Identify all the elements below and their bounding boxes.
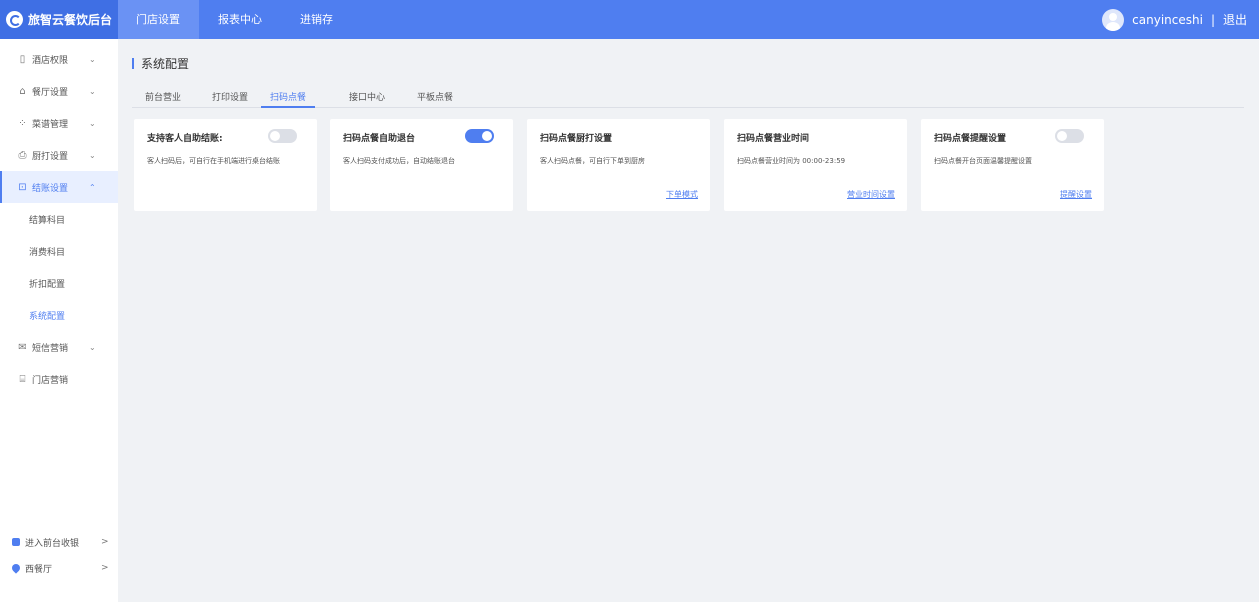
tab-interface-center[interactable]: 接口中心 bbox=[349, 90, 385, 108]
topnav-inventory[interactable]: 进销存 bbox=[281, 0, 352, 39]
checkout-icon: ⊡ bbox=[18, 181, 27, 193]
logout-link[interactable]: 退出 bbox=[1223, 11, 1247, 28]
card-description: 扫码点餐开台页面温馨提醒设置 bbox=[934, 157, 1032, 165]
toggle-knob bbox=[270, 131, 280, 141]
sidebar-item-checkout-settings[interactable]: ⊡ 结账设置 ⌃ bbox=[0, 171, 118, 203]
brand-logo-icon bbox=[6, 11, 23, 28]
tab-front-business[interactable]: 前台营业 bbox=[145, 90, 181, 108]
sidebar-item-kitchen-print[interactable]: ⎙ 厨打设置 ⌄ bbox=[0, 139, 118, 171]
toggle-knob bbox=[482, 131, 492, 141]
page-title-text: 系统配置 bbox=[141, 57, 190, 71]
self-checkout-toggle[interactable] bbox=[268, 129, 297, 143]
toggle-knob bbox=[1057, 131, 1067, 141]
sidebar-item-label: 菜谱管理 bbox=[32, 119, 69, 130]
topnav-store-settings[interactable]: 门店设置 bbox=[118, 0, 199, 39]
reminder-settings-link[interactable]: 提醒设置 bbox=[1060, 189, 1092, 200]
user-name[interactable]: canyinceshi bbox=[1132, 13, 1203, 27]
brand[interactable]: 旅智云餐饮后台 bbox=[0, 0, 118, 39]
chevron-right-icon: > bbox=[101, 537, 109, 547]
card-description: 客人扫码点餐，可自行下单到厨房 bbox=[540, 157, 645, 165]
sidebar-item-menu-management[interactable]: ⁘ 菜谱管理 ⌄ bbox=[0, 107, 118, 139]
sidebar-item-hotel-permissions[interactable]: ▯ 酒店权限 ⌄ bbox=[0, 43, 118, 75]
sidebar-subitem-discount-config[interactable]: 折扣配置 bbox=[0, 267, 118, 299]
chevron-down-icon: ⌄ bbox=[89, 150, 96, 160]
sidebar: ▯ 酒店权限 ⌄ ⌂ 餐厅设置 ⌄ ⁘ 菜谱管理 ⌄ ⎙ 厨打设置 ⌄ ⊡ 结账… bbox=[0, 39, 118, 602]
card-description: 扫码点餐营业时间为 00:00-23:59 bbox=[737, 157, 846, 165]
sidebar-item-restaurant-settings[interactable]: ⌂ 餐厅设置 ⌄ bbox=[0, 75, 118, 107]
card-title: 扫码点餐营业时间 bbox=[737, 134, 810, 144]
card-title: 扫码点餐自助退台 bbox=[343, 134, 416, 144]
self-refund-table-toggle[interactable] bbox=[465, 129, 494, 143]
user-area: canyinceshi | 退出 bbox=[1102, 0, 1247, 39]
tab-print-settings[interactable]: 打印设置 bbox=[212, 90, 248, 108]
card-title: 扫码点餐厨打设置 bbox=[540, 134, 613, 144]
chevron-up-icon: ⌃ bbox=[89, 182, 96, 192]
sidebar-item-store-marketing[interactable]: ⌸ 门店营销 bbox=[0, 363, 118, 395]
sidebar-item-label: 餐厅设置 bbox=[32, 87, 69, 98]
card-business-hours: 扫码点餐营业时间 扫码点餐营业时间为 00:00-23:59 营业时间设置 bbox=[724, 119, 907, 211]
enter-front-cashier[interactable]: 进入前台收银 > bbox=[0, 531, 118, 553]
mail-icon: ✉ bbox=[18, 341, 27, 353]
business-hours-settings-link[interactable]: 营业时间设置 bbox=[847, 189, 895, 200]
tab-bar: 前台营业 打印设置 扫码点餐 接口中心 平板点餐 bbox=[132, 89, 1244, 108]
sidebar-item-label: 门店营销 bbox=[32, 375, 69, 386]
reminder-toggle[interactable] bbox=[1055, 129, 1084, 143]
order-mode-link[interactable]: 下单模式 bbox=[666, 189, 698, 200]
sidebar-item-sms-marketing[interactable]: ✉ 短信营销 ⌄ bbox=[0, 331, 118, 363]
tab-scan-order[interactable]: 扫码点餐 bbox=[261, 90, 316, 108]
sidebar-item-label: 结账设置 bbox=[32, 183, 69, 194]
printer-icon: ⎙ bbox=[18, 149, 27, 161]
main-content: 系统配置 前台营业 打印设置 扫码点餐 接口中心 平板点餐 支持客人自助结账: … bbox=[118, 39, 1259, 602]
building-icon: ▯ bbox=[19, 53, 26, 65]
grid-icon: ⁘ bbox=[18, 117, 27, 129]
card-description: 客人扫码后，可自行在手机端进行桌台结账 bbox=[147, 157, 280, 165]
cashier-icon bbox=[12, 538, 20, 546]
chevron-down-icon: ⌄ bbox=[89, 342, 96, 352]
card-reminder-settings: 扫码点餐提醒设置 扫码点餐开台页面温馨提醒设置 提醒设置 bbox=[921, 119, 1104, 211]
chevron-down-icon: ⌄ bbox=[89, 118, 96, 128]
sidebar-item-label: 厨打设置 bbox=[32, 151, 69, 162]
sidebar-subitem-consumption-subjects[interactable]: 消费科目 bbox=[0, 235, 118, 267]
page-title: 系统配置 bbox=[132, 55, 189, 72]
top-bar: 旅智云餐饮后台 门店设置 报表中心 进销存 canyinceshi | 退出 bbox=[0, 0, 1259, 39]
card-description: 客人扫码支付成功后，自动结账退台 bbox=[343, 157, 455, 165]
chevron-down-icon: ⌄ bbox=[89, 54, 96, 64]
sidebar-item-label: 短信营销 bbox=[32, 343, 69, 354]
location-pin-icon bbox=[10, 562, 22, 574]
sidebar-subitem-settlement-subjects[interactable]: 结算科目 bbox=[0, 203, 118, 235]
avatar[interactable] bbox=[1102, 8, 1125, 31]
card-title: 支持客人自助结账: bbox=[147, 134, 223, 144]
tab-tablet-order[interactable]: 平板点餐 bbox=[417, 90, 453, 108]
topnav-report-center[interactable]: 报表中心 bbox=[199, 0, 281, 39]
user-separator: | bbox=[1210, 12, 1215, 27]
top-nav: 门店设置 报表中心 进销存 bbox=[118, 0, 352, 39]
store-icon: ⌸ bbox=[19, 373, 26, 385]
restaurant-selector-label: 西餐厅 bbox=[25, 564, 53, 575]
sidebar-item-label: 酒店权限 bbox=[32, 55, 69, 66]
enter-front-cashier-label: 进入前台收银 bbox=[25, 538, 80, 549]
chevron-down-icon: ⌄ bbox=[89, 86, 96, 96]
brand-name: 旅智云餐饮后台 bbox=[28, 13, 113, 27]
card-self-refund-table: 扫码点餐自助退台 客人扫码支付成功后，自动结账退台 bbox=[330, 119, 513, 211]
restaurant-selector[interactable]: 西餐厅 > bbox=[0, 557, 118, 579]
chevron-right-icon: > bbox=[101, 563, 109, 573]
card-self-checkout: 支持客人自助结账: 客人扫码后，可自行在手机端进行桌台结账 bbox=[134, 119, 317, 211]
card-title: 扫码点餐提醒设置 bbox=[934, 134, 1007, 144]
home-icon: ⌂ bbox=[19, 85, 26, 97]
card-kitchen-print-settings: 扫码点餐厨打设置 客人扫码点餐，可自行下单到厨房 下单模式 bbox=[527, 119, 710, 211]
sidebar-subitem-system-config[interactable]: 系统配置 bbox=[0, 299, 118, 331]
